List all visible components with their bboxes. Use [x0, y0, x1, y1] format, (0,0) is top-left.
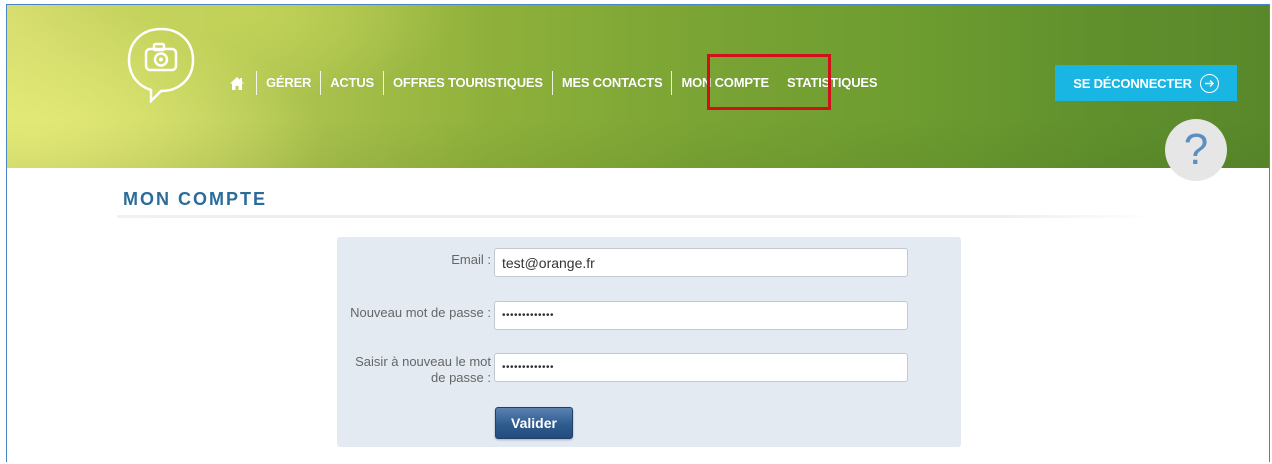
title-divider	[117, 215, 1157, 218]
main-nav: GÉRER ACTUS OFFRES TOURISTIQUES MES CONT…	[229, 71, 886, 95]
app-window: GÉRER ACTUS OFFRES TOURISTIQUES MES CONT…	[6, 4, 1270, 462]
arrow-right-circle-icon	[1199, 73, 1219, 93]
new-password-label: Nouveau mot de passe :	[350, 305, 491, 320]
logout-label: SE DÉCONNECTER	[1073, 75, 1192, 91]
email-field[interactable]: test@orange.fr	[494, 248, 908, 277]
logout-button[interactable]: SE DÉCONNECTER	[1055, 65, 1237, 101]
nav-item-mon-compte[interactable]: MON COMPTE	[672, 71, 778, 95]
page-title: MON COMPTE	[123, 189, 267, 209]
nav-item-offres-touristiques[interactable]: OFFRES TOURISTIQUES	[384, 71, 552, 95]
confirm-password-field[interactable]: •••••••••••••	[494, 353, 908, 382]
confirm-password-label: Saisir à nouveau le mot de passe :	[355, 354, 491, 385]
account-form: Email : test@orange.fr Nouveau mot de pa…	[337, 237, 961, 447]
nav-item-gerer[interactable]: GÉRER	[257, 71, 320, 95]
nav-item-statistiques[interactable]: STATISTIQUES	[778, 71, 886, 95]
nav-item-mes-contacts[interactable]: MES CONTACTS	[553, 71, 672, 95]
nav-home[interactable]	[229, 76, 256, 91]
nav-item-actus[interactable]: ACTUS	[321, 71, 383, 95]
home-icon	[230, 76, 244, 90]
help-icon: ?	[1183, 125, 1209, 174]
logo[interactable]	[125, 25, 197, 105]
new-password-field[interactable]: •••••••••••••	[494, 301, 908, 330]
submit-button[interactable]: Valider	[495, 407, 573, 439]
help-button[interactable]: ?	[1165, 119, 1227, 181]
camera-speech-bubble-icon	[127, 27, 195, 105]
email-label: Email :	[451, 252, 491, 267]
